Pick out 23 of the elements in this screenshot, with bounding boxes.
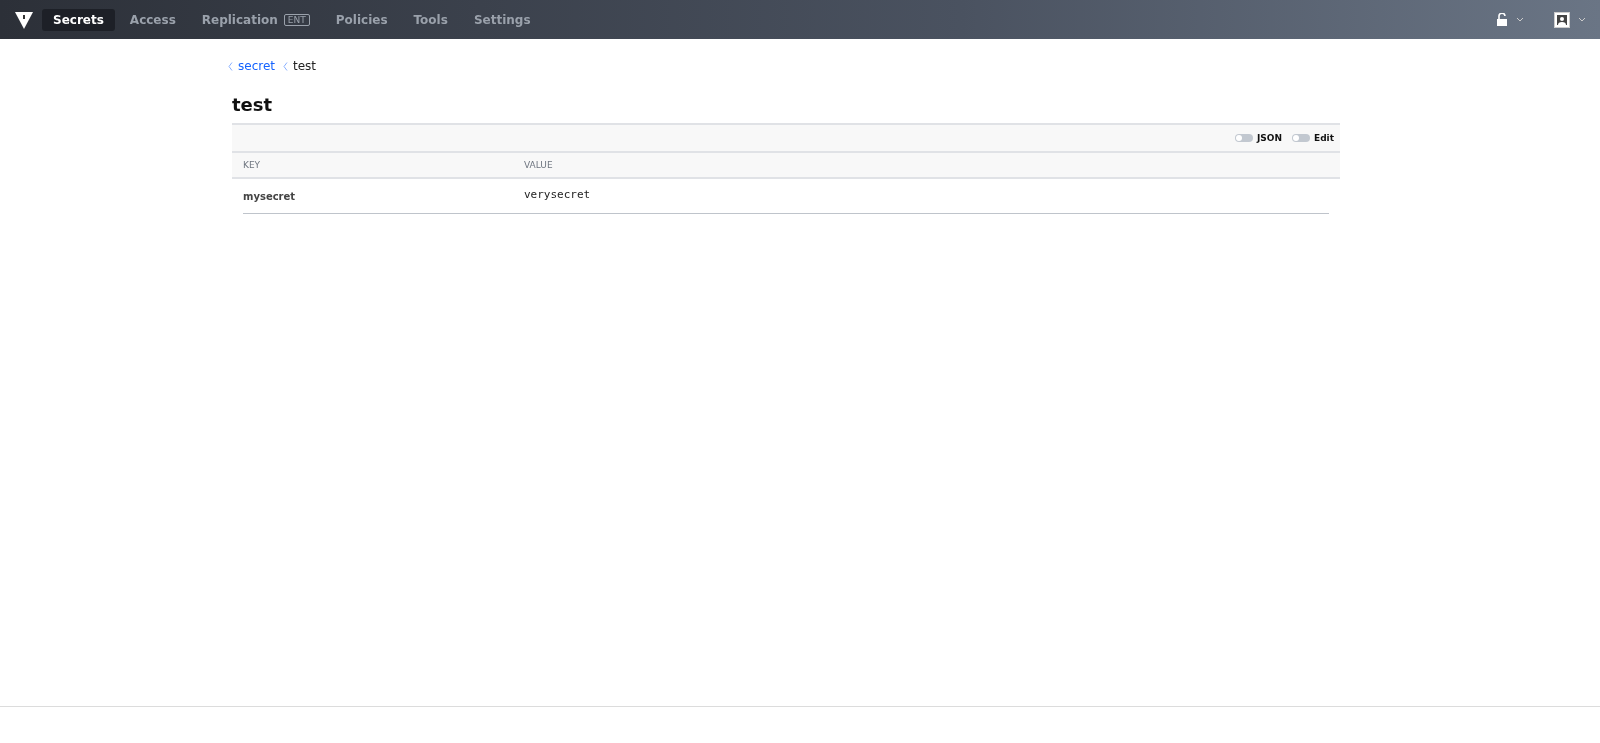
column-header: KEY xyxy=(243,160,262,170)
key-cell-text: mysecret xyxy=(243,190,297,202)
lock-icon[interactable] xyxy=(1496,13,1508,26)
column-header: VALUE xyxy=(524,160,554,170)
toggle-switch[interactable]: Edit xyxy=(1290,132,1336,144)
nav-tab[interactable]: Policies xyxy=(324,8,399,31)
toggle-switch[interactable]: JSON xyxy=(1233,132,1284,144)
chevron-left-icon xyxy=(283,61,288,71)
chevron-down-icon[interactable] xyxy=(1516,17,1524,22)
nav-tab[interactable]: Access xyxy=(118,8,187,31)
breadcrumb-current: test xyxy=(293,59,317,73)
ent-badge: ENT xyxy=(283,13,310,26)
chevron-down-icon[interactable] xyxy=(1578,17,1586,22)
nav-tab[interactable]: Replication ENT xyxy=(190,8,321,31)
page-title: test xyxy=(232,93,274,117)
nav-tab[interactable]: Tools xyxy=(402,8,459,31)
logo-icon[interactable] xyxy=(14,9,34,30)
breadcrumb-link[interactable]: secret xyxy=(238,59,275,73)
value-cell-text: verysecret xyxy=(524,188,592,201)
nav-tab[interactable]: Secrets xyxy=(42,8,115,31)
chevron-left-icon xyxy=(228,61,233,71)
user-avatar-icon[interactable] xyxy=(1554,11,1570,28)
nav-tab[interactable]: Settings xyxy=(462,8,542,31)
